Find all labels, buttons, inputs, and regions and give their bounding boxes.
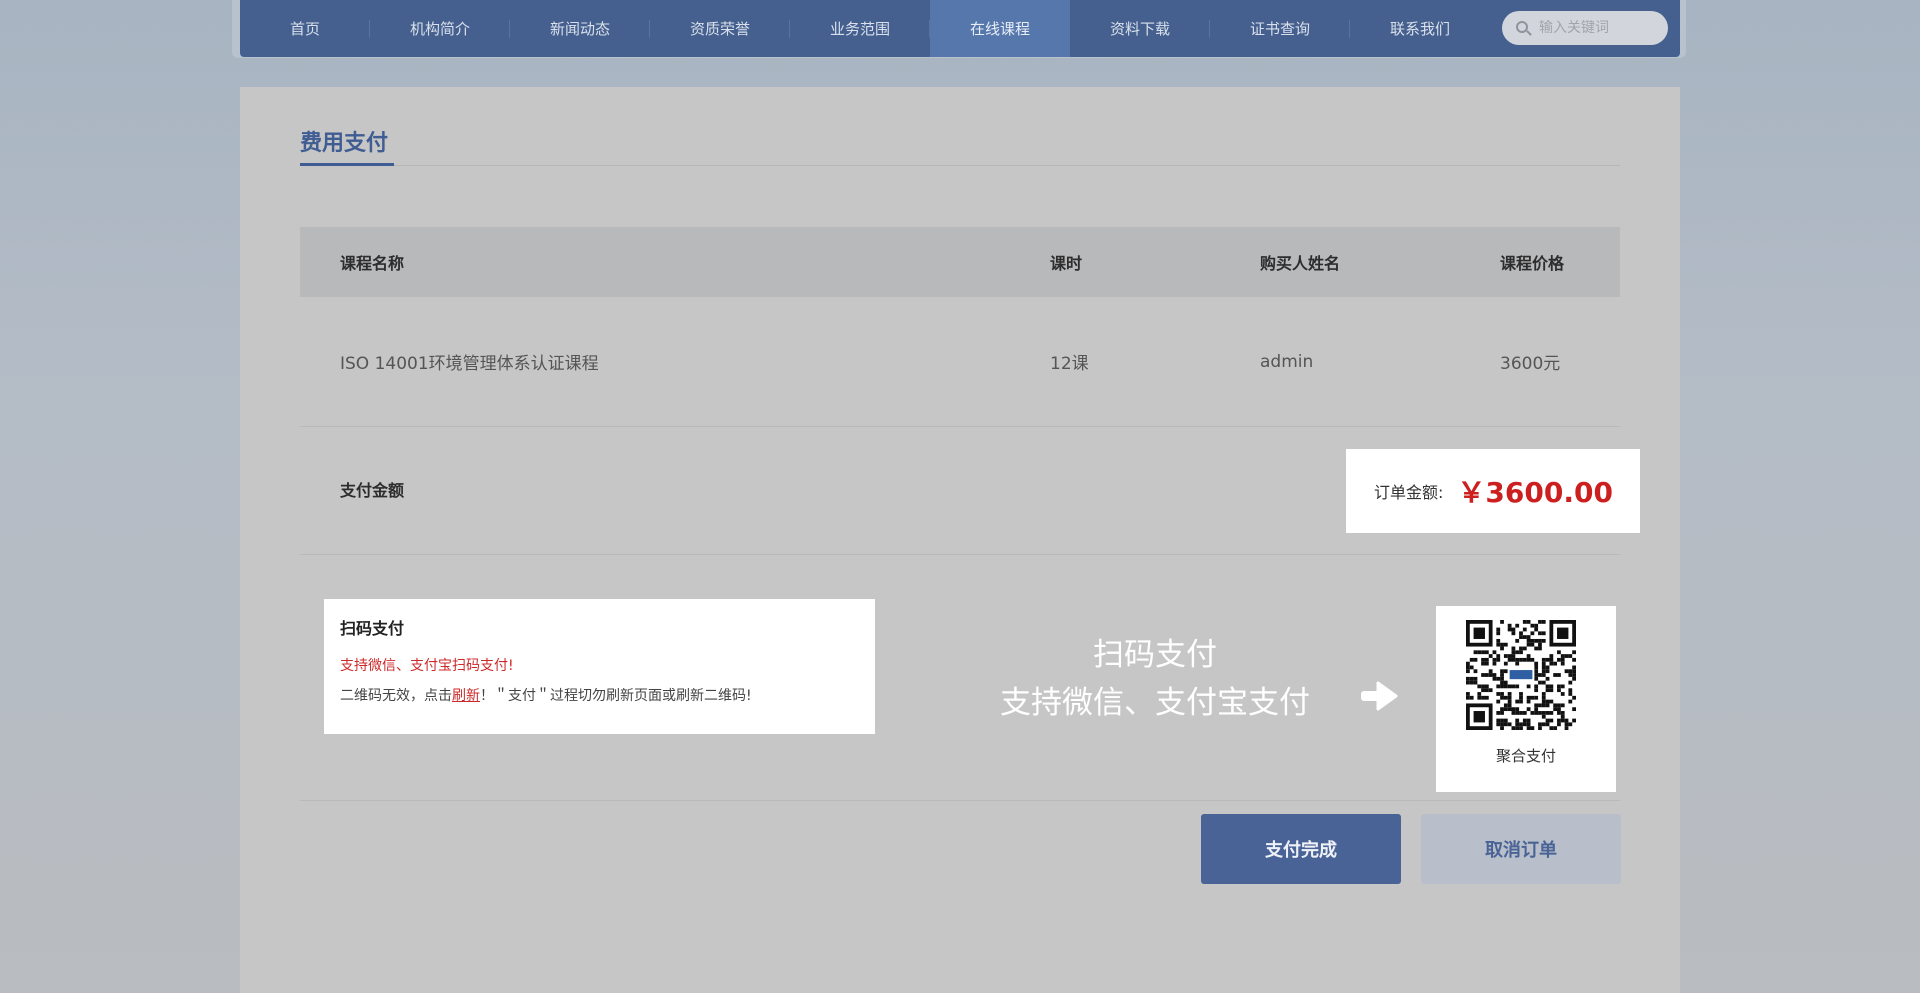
- nav-item-home[interactable]: 首页: [240, 0, 370, 57]
- order-amount-box: 订单金额: ￥3600.00: [1346, 449, 1640, 533]
- cell-course-name: ISO 14001环境管理体系认证课程: [340, 354, 599, 374]
- note-prefix: 二维码无效，点击: [340, 688, 452, 704]
- qr-code-label: 聚合支付: [1495, 747, 1556, 765]
- nav-item-contact[interactable]: 联系我们: [1350, 0, 1490, 57]
- page-title: 费用支付: [300, 131, 389, 156]
- scan-pay-support: 支持微信、支付宝扫码支付!: [340, 658, 514, 674]
- note-suffix: ！＂支付＂过程切勿刷新页面或刷新二维码!: [480, 688, 752, 704]
- cell-hours: 12课: [1050, 354, 1089, 374]
- amount-label: 支付金额: [340, 481, 405, 500]
- table-row: ISO 14001环境管理体系认证课程 12课 admin 3600元: [300, 297, 1620, 427]
- nav-item-honors[interactable]: 资质荣誉: [650, 0, 790, 57]
- payment-method-row: 扫码支付 支持微信、支付宝扫码支付! 二维码无效，点击刷新！＂支付＂过程切勿刷新…: [300, 555, 1620, 801]
- nav-item-online-courses[interactable]: 在线课程: [930, 0, 1070, 57]
- title-divider: [300, 165, 1620, 166]
- nav-item-certificate-query[interactable]: 证书查询: [1210, 0, 1350, 57]
- amount-row: 支付金额 订单金额: ￥3600.00: [300, 427, 1640, 555]
- search-input[interactable]: [1539, 20, 1659, 36]
- banner-line-1: 扫码支付: [1093, 637, 1217, 673]
- header-buyer-name: 购买人姓名: [1260, 254, 1341, 273]
- scan-pay-title: 扫码支付: [340, 619, 405, 638]
- top-nav: 首页 机构简介 新闻动态 资质荣誉 业务范围 在线课程 资料下载 证书查询 联系…: [240, 0, 1680, 57]
- cell-price: 3600元: [1500, 354, 1561, 374]
- refresh-link[interactable]: 刷新: [452, 688, 480, 704]
- header-price: 课程价格: [1500, 254, 1565, 273]
- qr-code-card: 聚合支付: [1436, 606, 1616, 792]
- order-amount-label: 订单金额:: [1374, 483, 1444, 502]
- header-course-name: 课程名称: [340, 254, 405, 273]
- search-icon[interactable]: [1516, 20, 1532, 36]
- qr-code-image[interactable]: [1466, 620, 1576, 730]
- scan-pay-note: 二维码无效，点击刷新！＂支付＂过程切勿刷新页面或刷新二维码!: [340, 685, 859, 705]
- header-hours: 课时: [1050, 254, 1083, 273]
- cancel-order-button[interactable]: 取消订单: [1421, 814, 1621, 884]
- nav-item-news[interactable]: 新闻动态: [510, 0, 650, 57]
- scan-pay-banner: 扫码支付 支持微信、支付宝支付: [990, 631, 1320, 727]
- nav-item-business[interactable]: 业务范围: [790, 0, 930, 57]
- arrow-right-icon: [1361, 681, 1398, 711]
- cell-buyer-name: admin: [1260, 351, 1314, 372]
- nav-item-about[interactable]: 机构简介: [370, 0, 510, 57]
- search-box[interactable]: [1502, 11, 1668, 45]
- nav-item-downloads[interactable]: 资料下载: [1070, 0, 1210, 57]
- table-header: 课程名称 课时 购买人姓名 课程价格: [300, 227, 1620, 297]
- order-amount-value: ￥3600.00: [1457, 476, 1613, 509]
- payment-complete-button[interactable]: 支付完成: [1201, 814, 1401, 884]
- scan-pay-info: 扫码支付 支持微信、支付宝扫码支付! 二维码无效，点击刷新！＂支付＂过程切勿刷新…: [324, 599, 875, 734]
- title-underline: [300, 163, 394, 166]
- banner-line-2: 支持微信、支付宝支付: [1000, 685, 1310, 721]
